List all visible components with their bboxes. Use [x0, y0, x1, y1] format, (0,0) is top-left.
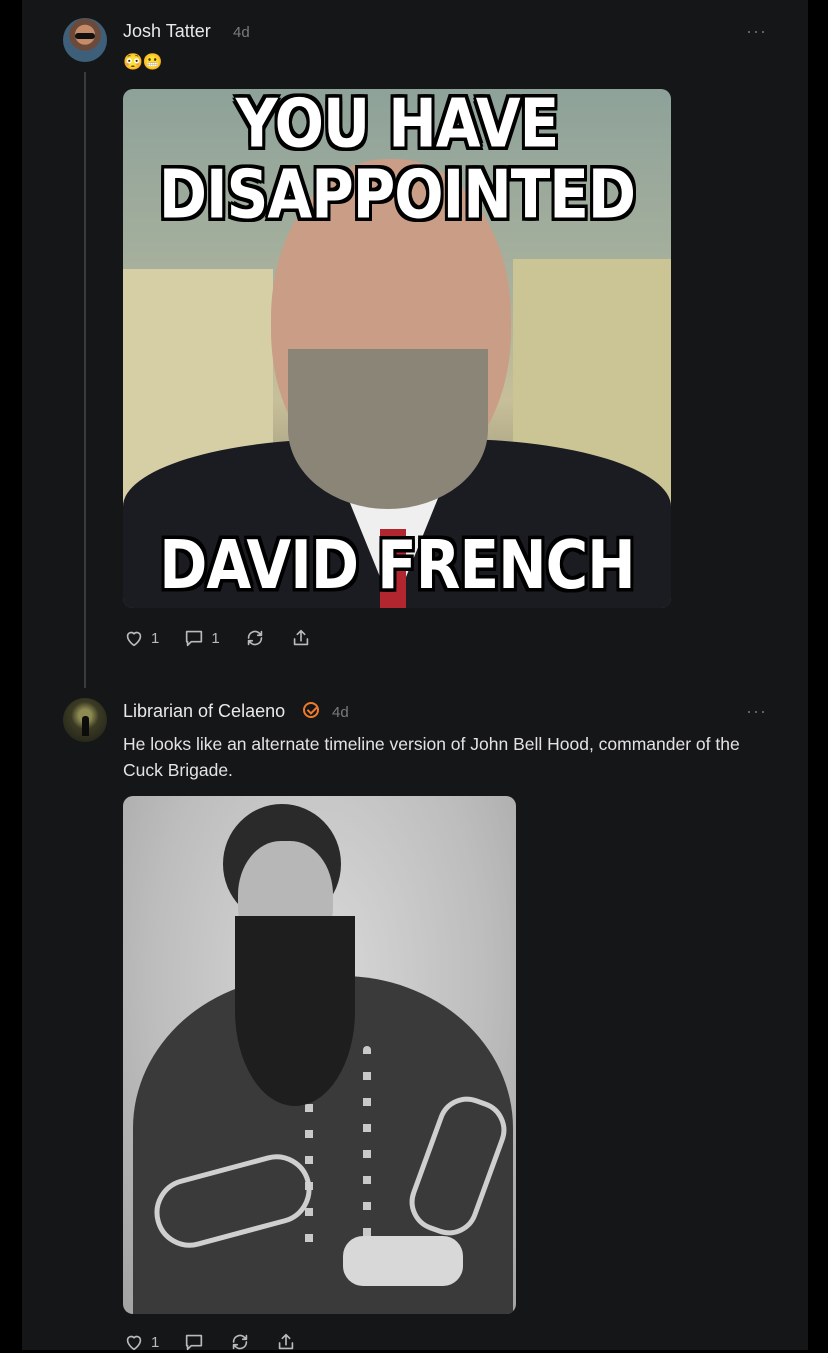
- post-author[interactable]: Josh Tatter: [123, 21, 211, 42]
- comment-button[interactable]: 1: [183, 627, 220, 649]
- comment-icon: [186, 630, 203, 647]
- comment-count: 1: [211, 629, 220, 647]
- like-count: 1: [151, 629, 160, 647]
- share-icon: [293, 629, 308, 646]
- reply-image[interactable]: [123, 796, 516, 1314]
- avatar-librarian[interactable]: [63, 698, 107, 742]
- reply-text: He looks like an alternate timeline vers…: [123, 734, 740, 780]
- feed-panel: Josh Tatter 4d ··· 😳😬 YOU HAVE DISAPPOIN…: [22, 0, 808, 1351]
- repost-icon: [247, 630, 262, 646]
- reply-more-icon[interactable]: ···: [746, 702, 767, 720]
- reply-like-count: 1: [151, 1333, 160, 1351]
- post-time: 4d: [233, 24, 250, 41]
- post-image[interactable]: YOU HAVE DISAPPOINTED DAVID FRENCH: [123, 89, 671, 608]
- heart-icon: [126, 631, 142, 647]
- thread-line: [84, 72, 86, 688]
- like-button[interactable]: 1: [123, 627, 159, 649]
- reply-author[interactable]: Librarian of Celaeno: [123, 701, 285, 722]
- post-text: 😳😬: [123, 54, 163, 71]
- verified-icon: [303, 702, 319, 718]
- reply-time: 4d: [332, 704, 349, 721]
- avatar-josh-tatter[interactable]: [63, 18, 107, 62]
- meme-caption-top: YOU HAVE DISAPPOINTED: [158, 89, 636, 234]
- share-button[interactable]: [290, 627, 312, 649]
- post-actions: 1 1: [123, 627, 336, 649]
- meme-caption-bottom: DAVID FRENCH: [159, 525, 635, 605]
- post-more-icon[interactable]: ···: [746, 22, 767, 40]
- repost-button[interactable]: [244, 627, 266, 649]
